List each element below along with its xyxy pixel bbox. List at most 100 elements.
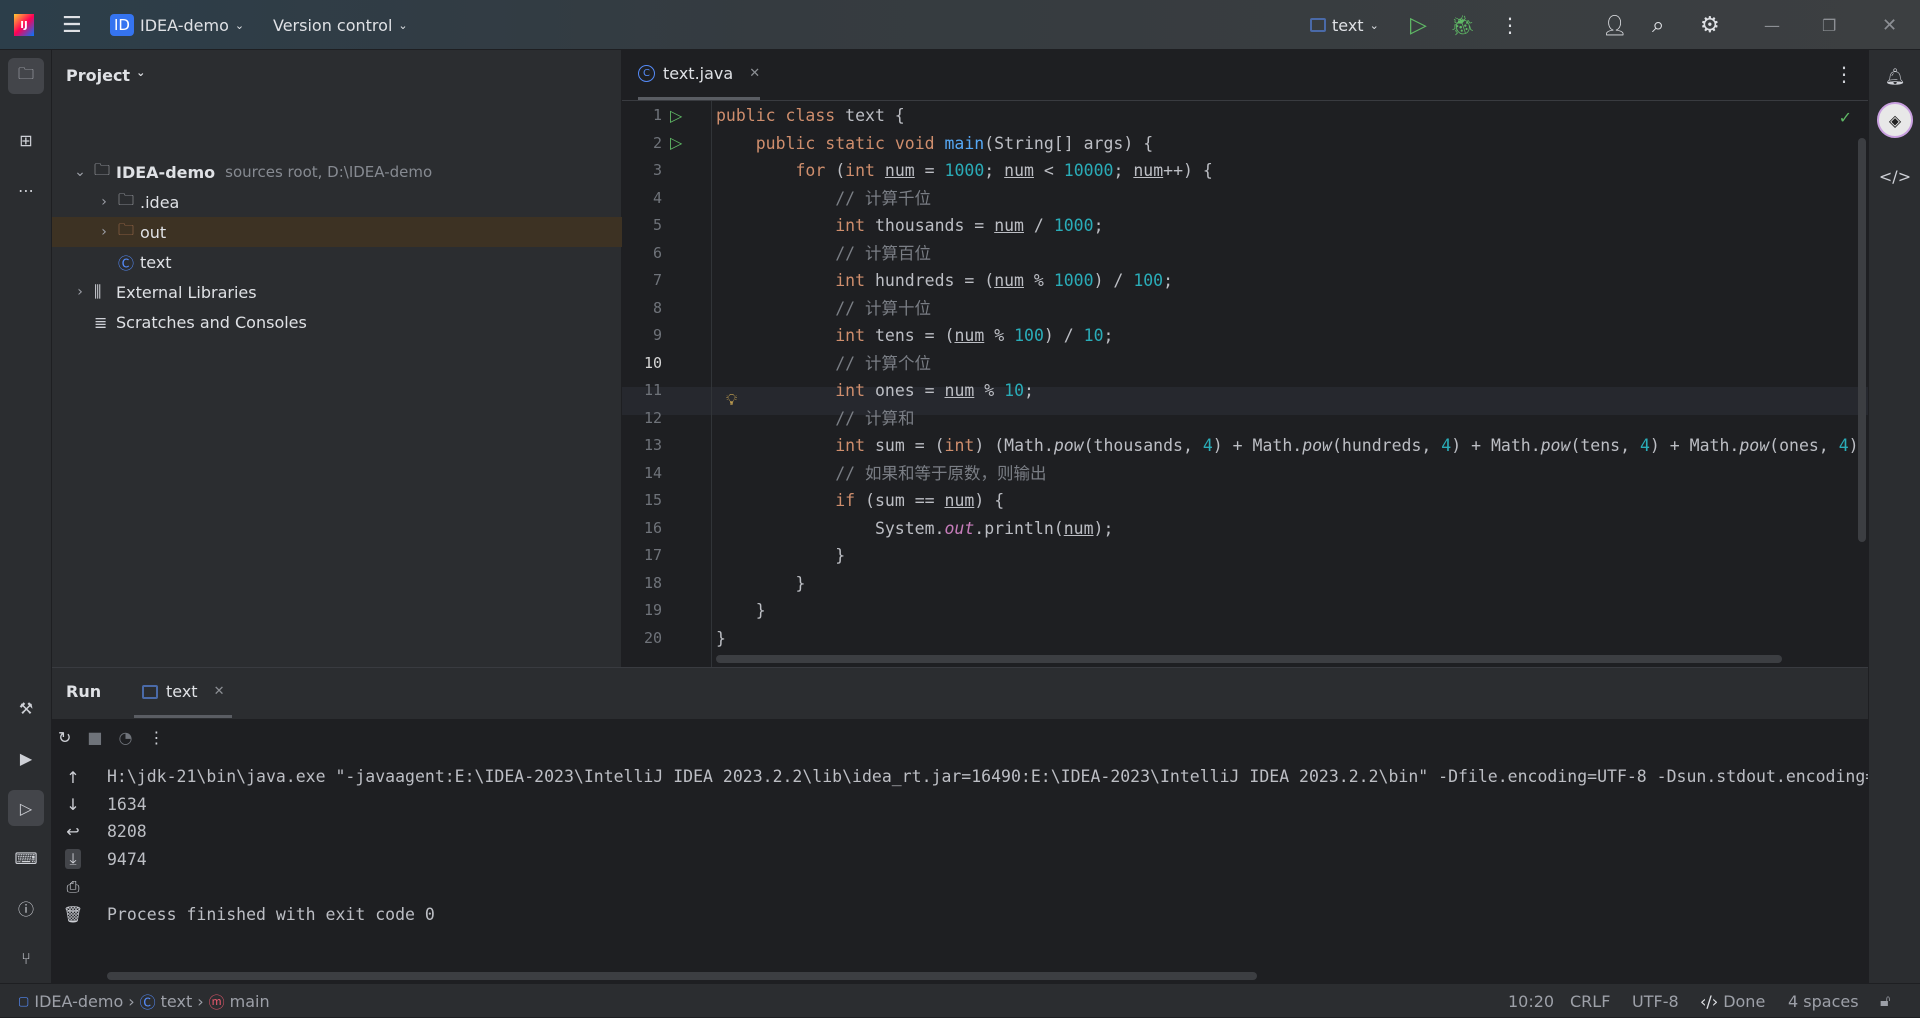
debug-icon[interactable]: 🐞︎ xyxy=(1450,0,1475,50)
build-hammer-icon[interactable]: ⚒ xyxy=(8,690,44,726)
tree-item[interactable]: › ⫼ External Libraries xyxy=(52,277,622,307)
code-line: int sum = (int) (Math.pow(thousands, 4) … xyxy=(716,432,1858,460)
breadcrumb-project[interactable]: IDEA-demo xyxy=(34,992,123,1011)
run-config-selector[interactable]: text ⌄ xyxy=(1310,0,1379,50)
project-switcher[interactable]: ID IDEA-demo ⌄ xyxy=(110,0,244,50)
code-token: num xyxy=(944,381,975,400)
code-token: // 计算和 xyxy=(835,408,915,428)
file-encoding[interactable]: UTF-8 xyxy=(1632,984,1679,1018)
settings-gear-icon[interactable]: ⚙ xyxy=(1700,0,1720,50)
run-tool-icon[interactable]: ▷ xyxy=(8,790,44,826)
ai-assistant-icon[interactable]: ◈ xyxy=(1877,102,1913,138)
close-tab-icon[interactable]: ✕ xyxy=(214,684,225,699)
more-icon[interactable]: ⋮ xyxy=(1500,0,1520,50)
project-tool-icon[interactable]: 🗀 xyxy=(8,58,44,94)
breadcrumb-method[interactable]: main xyxy=(230,992,270,1011)
code-token: 4 xyxy=(1838,436,1849,455)
ai-status[interactable]: ‹/› Done xyxy=(1700,984,1765,1018)
code-token: .println( xyxy=(974,518,1064,538)
lock-open-icon[interactable]: 🔓︎ xyxy=(1880,984,1890,1018)
version-control-menu[interactable]: Version control ⌄ xyxy=(273,0,408,50)
console-output[interactable]: H:\jdk-21\bin\java.exe "-javaagent:E:\ID… xyxy=(52,763,1868,963)
code-token: 4 xyxy=(1639,436,1650,455)
close-tab-icon[interactable]: ✕ xyxy=(749,66,760,81)
line-number: 7 xyxy=(652,271,662,289)
code-with-me-icon[interactable]: </> xyxy=(1877,158,1913,194)
attach-profiler-icon[interactable]: ◔ xyxy=(119,728,133,747)
chevron-right-icon[interactable]: › xyxy=(96,194,112,210)
code-token: // 计算个位 xyxy=(835,353,932,373)
line-number: 5 xyxy=(652,216,662,234)
code-token: ; xyxy=(1024,381,1034,400)
tree-item-label: IDEA-demo xyxy=(116,162,216,182)
search-icon[interactable]: ⌕ xyxy=(1652,0,1664,50)
code-token: sum = ( xyxy=(874,436,945,455)
method-icon: ⓜ xyxy=(208,993,225,1012)
main-menu-icon[interactable]: ☰ xyxy=(62,0,82,50)
java-class-icon: Ⓒ xyxy=(139,993,156,1012)
close-icon[interactable]: ✕ xyxy=(1882,0,1897,50)
console-horizontal-scrollbar[interactable] xyxy=(107,972,1257,980)
services-icon[interactable]: ▶︎ xyxy=(8,740,44,776)
line-number: 3 xyxy=(652,161,662,179)
editor-vertical-scrollbar[interactable] xyxy=(1858,138,1866,542)
code-line: } xyxy=(716,625,726,653)
project-panel-title[interactable]: Project ⌄ xyxy=(66,66,145,85)
code-token: (ones, xyxy=(1769,436,1839,455)
run-toolbar: ↻ ■ ◔ ⋮ xyxy=(52,719,1868,755)
code-token: num xyxy=(884,161,915,180)
line-number: 16 xyxy=(643,518,662,537)
git-icon[interactable]: ⑂ xyxy=(8,940,44,976)
tree-item[interactable]: › 🗀 .idea xyxy=(52,187,622,217)
project-panel: Project ⌄ ⌄ 🗀 IDEA-demo sources root, D:\IDE… xyxy=(52,50,622,667)
restore-icon[interactable]: ❐ xyxy=(1822,0,1836,50)
tree-item[interactable]: ⌄ 🗀 IDEA-demo sources root, D:\IDEA-demo xyxy=(52,157,622,187)
notifications-bell-icon[interactable]: 🔔︎ xyxy=(1877,58,1913,94)
add-user-icon[interactable]: 👤︎ xyxy=(1602,0,1627,50)
run-icon[interactable]: ▷ xyxy=(1410,0,1427,50)
code-token: ) + Math. xyxy=(1649,436,1740,455)
chevron-right-icon[interactable]: › xyxy=(72,284,88,300)
more-icon[interactable]: ⋮ xyxy=(149,728,165,747)
run-panel-title: Run xyxy=(66,682,102,701)
tree-item[interactable]: ≣ Scratches and Consoles xyxy=(52,307,622,337)
structure-icon[interactable]: ⊞ xyxy=(8,122,44,158)
chevron-right-icon[interactable]: › xyxy=(96,224,112,240)
line-separator[interactable]: CRLF xyxy=(1570,984,1610,1018)
tree-item-label: External Libraries xyxy=(116,282,257,302)
caret-position[interactable]: 10:20 xyxy=(1508,984,1554,1018)
code-token: ++) { xyxy=(1163,161,1213,180)
code-token: thousands = xyxy=(874,216,995,235)
code-line: // 计算百位 xyxy=(716,240,931,268)
code-token: int xyxy=(944,436,975,455)
code-token: text { xyxy=(845,106,905,125)
code-token: // 计算十位 xyxy=(835,298,932,318)
problems-icon[interactable]: ⓘ xyxy=(8,890,44,926)
tree-item-label: out xyxy=(140,222,167,242)
tree-item[interactable]: › 🗀 out xyxy=(52,217,622,247)
line-number: 15 xyxy=(643,491,662,509)
code-line: // 如果和等于原数，则输出 xyxy=(716,460,1046,488)
tab-text-java[interactable]: C text.java ✕ xyxy=(638,50,761,100)
breadcrumb-class[interactable]: text xyxy=(161,992,193,1011)
code-area[interactable]: 1 public class text {2 public static void… xyxy=(622,102,1858,652)
run-config-label: text xyxy=(1332,15,1364,35)
minimize-icon[interactable]: — xyxy=(1764,0,1780,50)
code-token: / xyxy=(1024,216,1054,235)
terminal-icon[interactable]: ⌨ xyxy=(8,840,44,876)
code-token: num xyxy=(1004,161,1034,180)
stop-icon[interactable]: ■ xyxy=(87,728,102,747)
tree-item[interactable]: Ⓒtext xyxy=(52,247,622,277)
run-tab-text[interactable]: text ✕ xyxy=(134,668,233,718)
chevron-down-icon[interactable]: ⌄ xyxy=(72,164,88,180)
rerun-icon[interactable]: ↻ xyxy=(58,728,71,747)
more-tools-icon[interactable]: ⋯ xyxy=(8,172,44,208)
editor-more-icon[interactable]: ⋮ xyxy=(1834,62,1854,86)
indent-setting[interactable]: 4 spaces xyxy=(1788,984,1859,1018)
code-line: } xyxy=(716,597,766,625)
title-bar: IJ ☰ ID IDEA-demo ⌄ Version control ⌄ text… xyxy=(0,0,1920,50)
editor-horizontal-scrollbar[interactable] xyxy=(716,655,1782,663)
code-token: num xyxy=(1133,161,1164,180)
